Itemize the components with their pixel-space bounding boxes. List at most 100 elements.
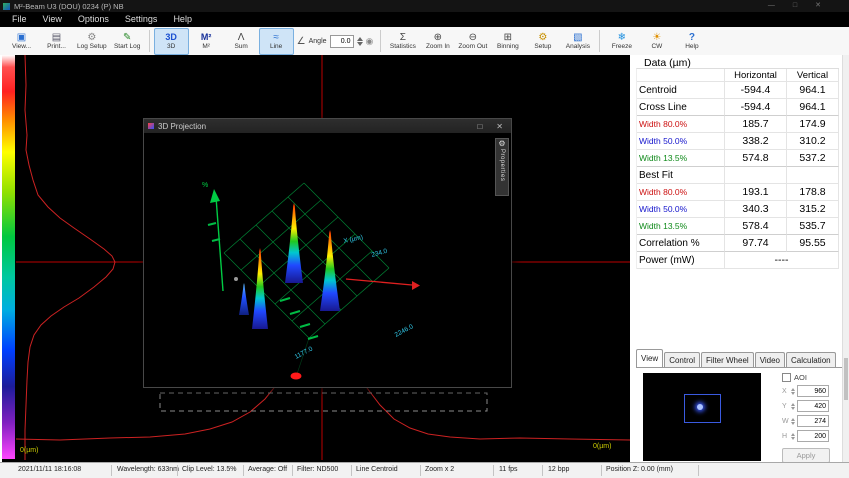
angle-input[interactable]: 0.0 — [330, 35, 354, 48]
aoi-checkbox[interactable] — [782, 373, 791, 382]
axis-tick-label: 234.0 — [371, 248, 389, 259]
aoi-y-input[interactable]: 420 — [797, 400, 829, 412]
view-button[interactable]: ▣ View... — [4, 28, 39, 55]
selection-dashed-rect[interactable] — [160, 393, 487, 411]
minimize-icon[interactable]: — — [768, 0, 775, 12]
vertical-axis-origin-label: 0(µm) — [20, 447, 38, 454]
aoi-x-input[interactable]: 960 — [797, 385, 829, 397]
projection-titlebar[interactable]: 3D Projection □ ✕ — [144, 119, 511, 133]
data-panel: Data (µm) Horizontal Vertical Centroid -… — [630, 55, 849, 463]
axis-tick-label: 1177.0 — [294, 345, 315, 360]
status-divider — [542, 465, 543, 476]
projection-3d-plot: % — [144, 133, 511, 387]
menu-view[interactable]: View — [35, 12, 70, 27]
beam-peak-main — [285, 203, 303, 283]
help-button[interactable]: ? Help — [674, 28, 709, 55]
spin-down-icon[interactable] — [791, 407, 795, 410]
aoi-h-input[interactable]: 200 — [797, 430, 829, 442]
tab-view[interactable]: View — [636, 349, 663, 367]
close-icon[interactable]: ✕ — [815, 0, 821, 12]
status-divider — [177, 465, 178, 476]
print-button[interactable]: ▤ Print... — [39, 28, 74, 55]
zoom-out-button[interactable]: ⊖ Zoom Out — [455, 28, 490, 55]
pencil-icon: ✎ — [123, 32, 131, 43]
vertical-profile-trace — [25, 55, 115, 460]
status-divider — [420, 465, 421, 476]
apply-button[interactable]: Apply — [782, 448, 830, 463]
beam-peak-right — [320, 230, 340, 311]
menu-settings[interactable]: Settings — [117, 12, 166, 27]
tab-calculation[interactable]: Calculation — [786, 352, 836, 367]
angle-control[interactable]: ∠ Angle 0.0 ◉ — [294, 29, 377, 54]
status-line-centroid: Line Centroid — [356, 463, 398, 477]
panel-scrollbar[interactable] — [842, 55, 849, 463]
spin-up-icon[interactable] — [791, 433, 795, 436]
axis-arrow-icon — [210, 189, 220, 203]
m2-icon: M² — [201, 32, 212, 43]
wireframe-mesh — [224, 183, 389, 374]
close-icon[interactable]: ✕ — [496, 122, 503, 131]
binning-button[interactable]: ⊞ Binning — [490, 28, 525, 55]
beam-display[interactable]: 0(µm) 0(µm) 3D Projection □ ✕ — [0, 55, 630, 463]
angle-spin-down-icon[interactable] — [357, 42, 363, 46]
x-axis — [346, 279, 420, 290]
x-axis-caption: X (µm) — [343, 234, 364, 245]
status-wavelength: Wavelength: 633nm — [117, 463, 179, 477]
marker-dot — [234, 277, 238, 281]
aoi-label: AOI — [794, 373, 807, 382]
analysis-button[interactable]: ▧ Analysis — [560, 28, 595, 55]
sum-button[interactable]: Λ Sum — [224, 28, 259, 55]
sigma-icon: Σ — [400, 32, 406, 43]
beam-peak-left — [252, 248, 268, 329]
properties-tab[interactable]: ⚙ Properties — [495, 138, 509, 196]
projection-body: % — [144, 133, 511, 387]
cw-button[interactable]: ☀ CW — [639, 28, 674, 55]
column-header-vertical: Vertical — [787, 69, 839, 82]
status-divider — [243, 465, 244, 476]
3d-button[interactable]: 3D 3D — [154, 28, 189, 55]
spin-down-icon[interactable] — [791, 392, 795, 395]
camera-preview[interactable] — [643, 373, 761, 461]
spin-down-icon[interactable] — [791, 422, 795, 425]
status-divider — [111, 465, 112, 476]
spin-up-icon[interactable] — [791, 388, 795, 391]
table-row-power: Power (mW) ---- — [637, 252, 839, 269]
start-log-button[interactable]: ✎ Start Log — [110, 28, 145, 55]
zoom-in-icon: ⊕ — [434, 32, 442, 43]
freeze-button[interactable]: ❄ Freeze — [604, 28, 639, 55]
zoom-in-button[interactable]: ⊕ Zoom In — [420, 28, 455, 55]
scrollbar-thumb[interactable] — [844, 358, 848, 400]
peak-icon: Λ — [238, 32, 245, 43]
menu-help[interactable]: Help — [165, 12, 200, 27]
toolbar: ▣ View... ▤ Print... ⚙ Log Setup ✎ Start… — [0, 27, 849, 56]
gear-icon: ⚙ — [87, 32, 96, 43]
aoi-y-row: Y 420 — [782, 400, 840, 412]
spin-up-icon[interactable] — [791, 403, 795, 406]
setup-button[interactable]: ⚙ Setup — [525, 28, 560, 55]
maximize-icon[interactable]: □ — [793, 0, 797, 12]
angle-icon: ∠ — [297, 36, 306, 47]
menu-options[interactable]: Options — [70, 12, 117, 27]
axis-tick-label: 2246.0 — [394, 323, 415, 339]
workspace: 0(µm) 0(µm) 3D Projection □ ✕ — [0, 55, 849, 463]
toolbar-separator — [599, 30, 600, 52]
status-divider — [493, 465, 494, 476]
question-icon: ? — [689, 32, 695, 43]
tab-video[interactable]: Video — [755, 352, 785, 367]
titlebar[interactable]: M²-Beam U3 (DOU) 0234 (P) NB — □ ✕ — [0, 0, 849, 12]
tab-filter-wheel[interactable]: Filter Wheel — [701, 352, 754, 367]
log-setup-button[interactable]: ⚙ Log Setup — [74, 28, 110, 55]
angle-dial-icon[interactable]: ◉ — [366, 36, 374, 47]
tab-control[interactable]: Control — [664, 352, 700, 367]
z-axis: % — [202, 182, 223, 291]
maximize-icon[interactable]: □ — [477, 122, 482, 131]
aoi-w-input[interactable]: 274 — [797, 415, 829, 427]
m2-button[interactable]: M² M² — [189, 28, 224, 55]
statistics-button[interactable]: Σ Statistics — [385, 28, 420, 55]
angle-spin-up-icon[interactable] — [357, 37, 363, 41]
line-button[interactable]: ≈ Line — [259, 28, 294, 55]
spin-up-icon[interactable] — [791, 418, 795, 421]
menu-file[interactable]: File — [4, 12, 35, 27]
measurement-table: Horizontal Vertical Centroid -594.4 964.… — [636, 68, 839, 269]
spin-down-icon[interactable] — [791, 437, 795, 440]
